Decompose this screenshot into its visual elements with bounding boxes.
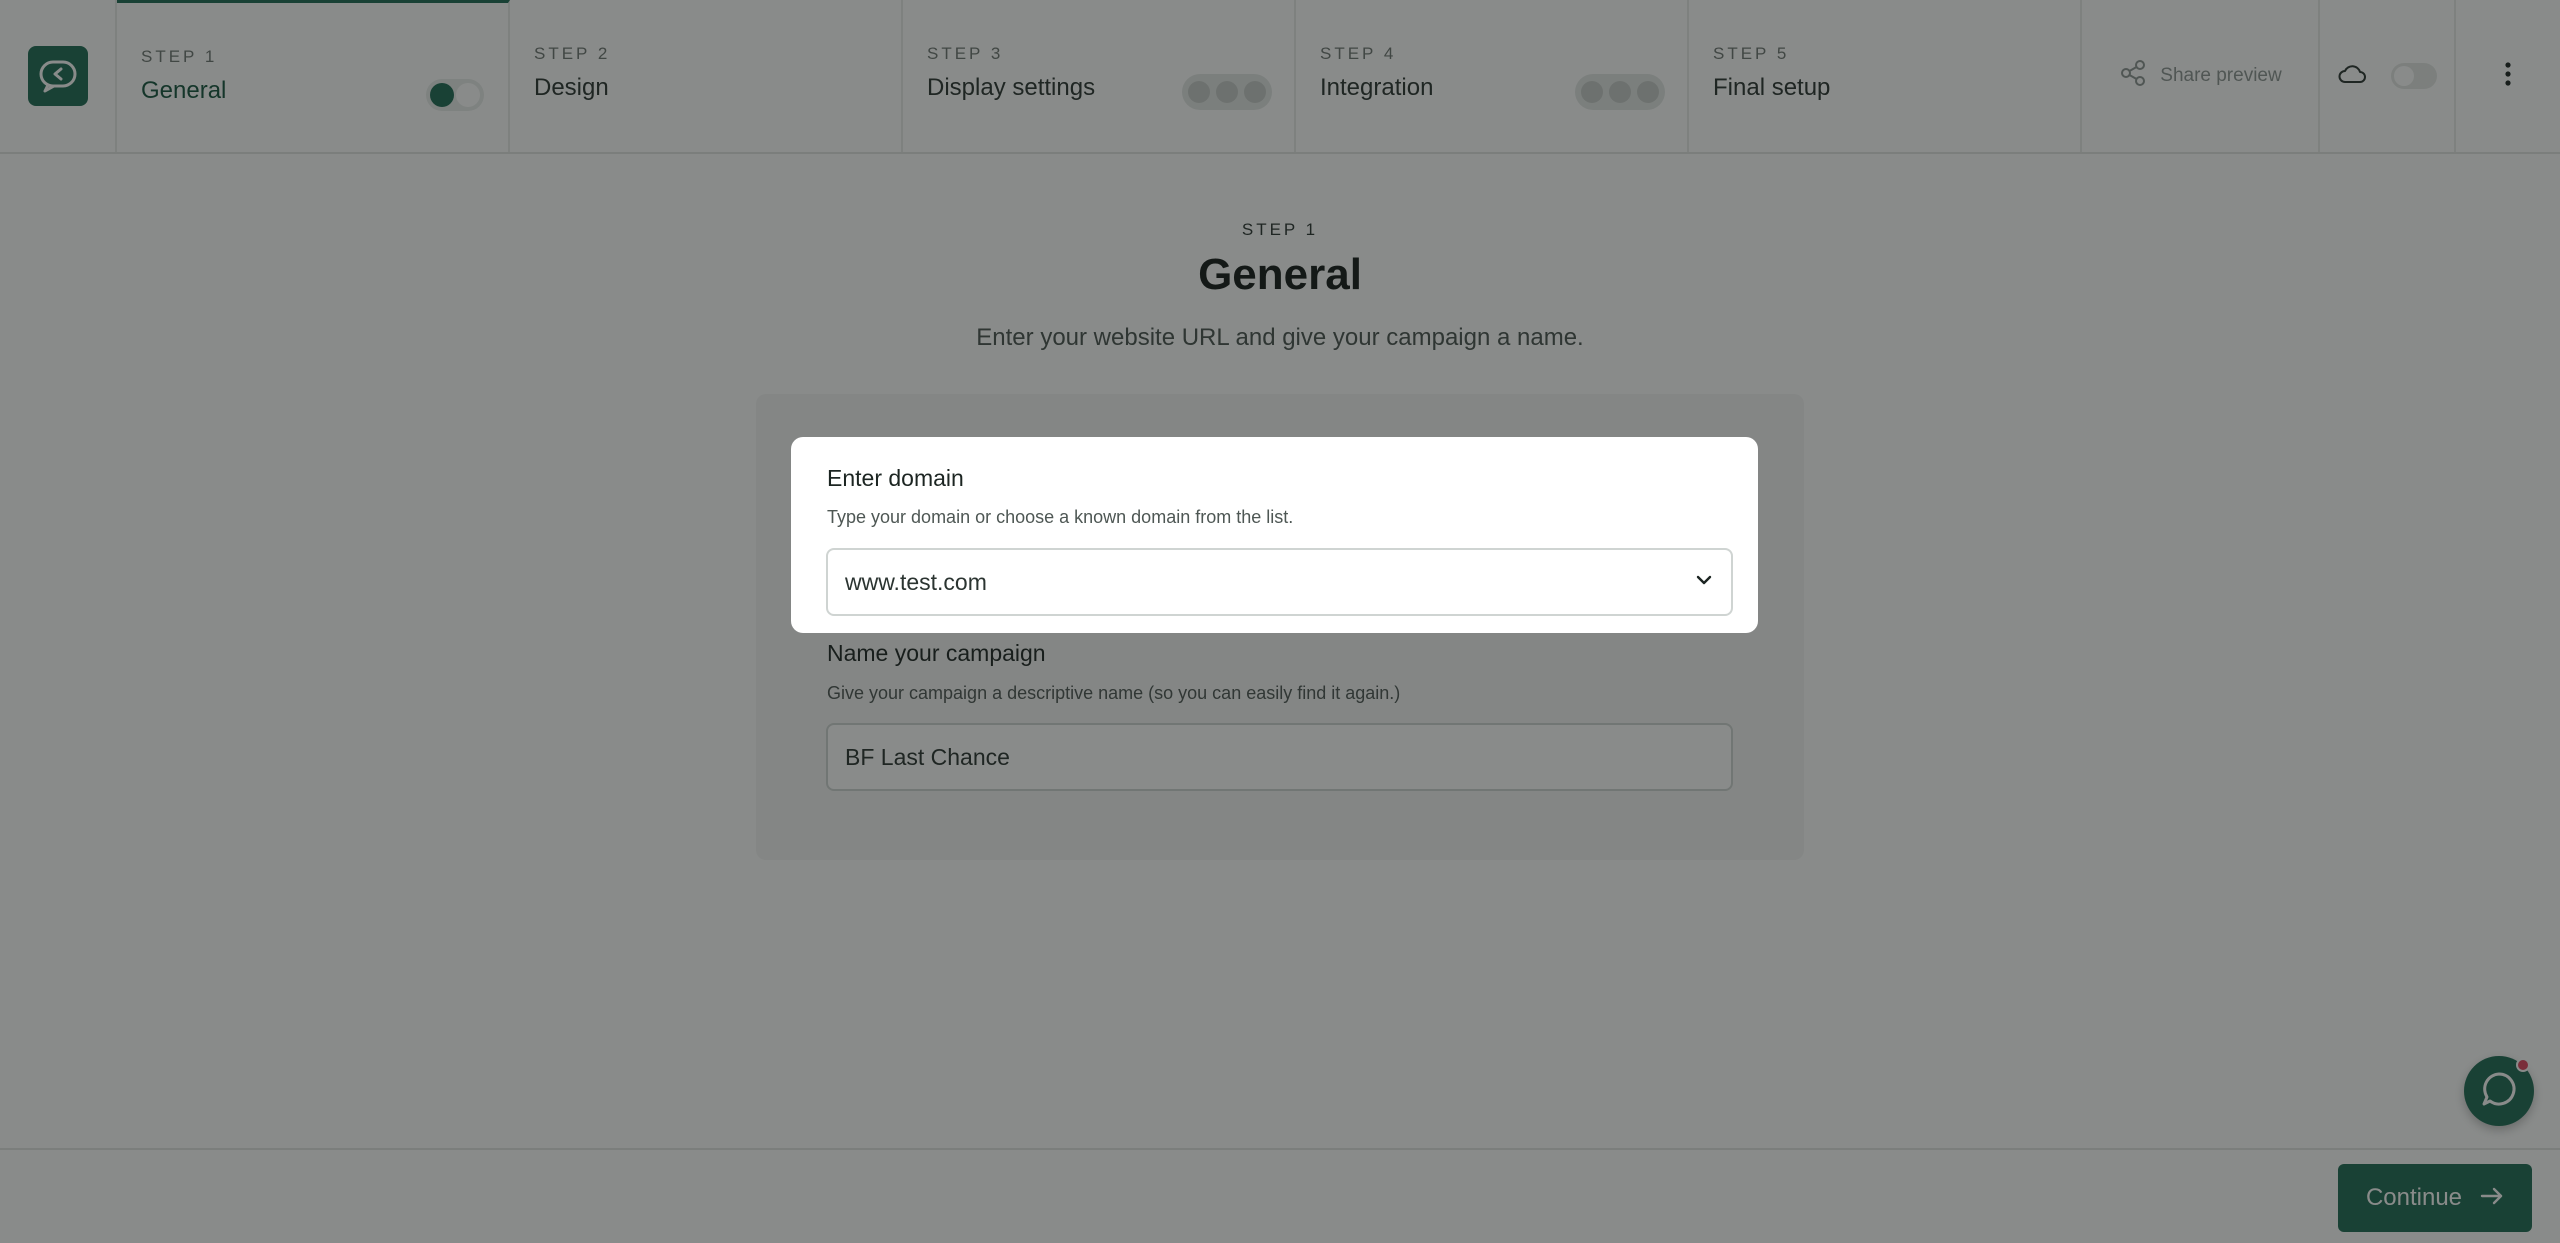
- domain-field-spotlight: Enter domain Type your domain or choose …: [791, 437, 1758, 633]
- domain-select-value: www.test.com: [845, 568, 987, 595]
- domain-help: Type your domain or choose a known domai…: [827, 507, 1294, 527]
- domain-select[interactable]: www.test.com: [826, 548, 1733, 616]
- domain-label: Enter domain: [827, 465, 964, 491]
- chevron-down-icon: [1695, 573, 1713, 591]
